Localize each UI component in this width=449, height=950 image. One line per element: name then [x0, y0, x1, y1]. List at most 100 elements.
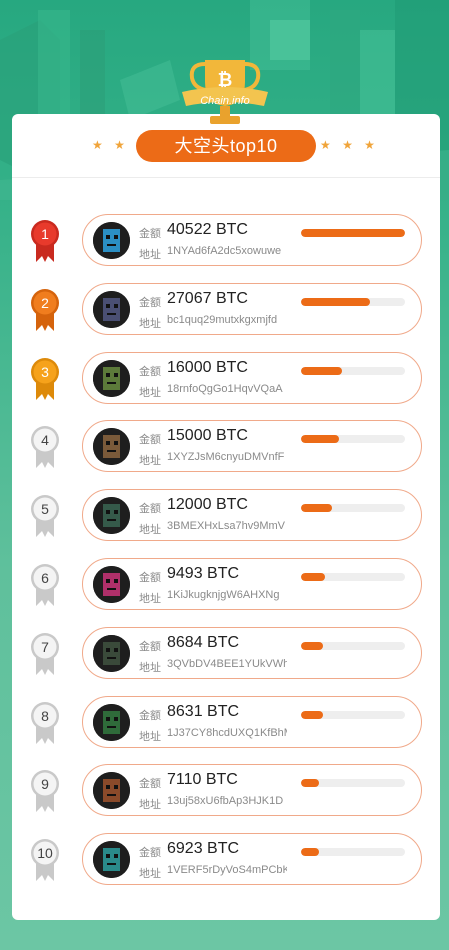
rank-medal-icon: 2	[31, 288, 59, 331]
list-item[interactable]: 8 金额 8631 BTC 地址 1J37CY8hcdUXQ1KfBhM	[30, 695, 430, 748]
address-label: 地址	[139, 524, 161, 537]
avatar	[93, 772, 130, 810]
amount-bar-fill	[301, 710, 324, 719]
address-value[interactable]: 1XYZJsM6cnyuDMVnfF	[167, 451, 287, 463]
rank-medal-icon: 7	[31, 632, 59, 675]
address-value[interactable]: bc1quq29mutxkgxmjfd	[167, 314, 287, 326]
address-value[interactable]: 18rnfoQgGo1HqvVQaA	[167, 383, 287, 395]
address-label: 地址	[139, 868, 161, 881]
rank-number: 2	[41, 295, 49, 311]
amount-bar	[301, 366, 405, 375]
rank-number: 7	[41, 639, 49, 655]
amount-label: 金额	[139, 847, 161, 860]
rank-number: 3	[41, 364, 49, 380]
amount-bar	[301, 297, 405, 306]
holder-card[interactable]: 金额 27067 BTC 地址 bc1quq29mutxkgxmjfd	[82, 282, 422, 335]
list-item[interactable]: 5 金额 12000 BTC 地址 3BMEXHxLsa7hv9MmV	[30, 489, 430, 542]
avatar	[93, 566, 130, 603]
amount-bar	[301, 641, 405, 650]
page-title: 大空头top10	[136, 130, 316, 162]
amount-bar-fill	[301, 435, 340, 444]
amount-label: 金额	[139, 778, 161, 791]
list-item[interactable]: 6 金额 9493 BTC 地址 1KiJkugknjgW6AHXNg	[30, 558, 430, 610]
holder-card[interactable]: 金额 7110 BTC 地址 13uj58xU6fbAp3HJK1D	[82, 764, 422, 817]
address-label: 地址	[139, 386, 161, 399]
amount-value: 8631 BTC	[167, 702, 240, 720]
amount-value: 16000 BTC	[167, 358, 248, 376]
list-item[interactable]: 3 金额 16000 BTC 地址 18rnfoQgGo1HqvVQaA	[30, 351, 430, 404]
holder-card[interactable]: 金额 6923 BTC 地址 1VERF5rDyVoS4mPCbK	[82, 833, 422, 886]
amount-bar-fill	[301, 366, 343, 375]
avatar	[93, 290, 130, 328]
amount-value: 7110 BTC	[167, 771, 238, 789]
list-item[interactable]: 7 金额 8684 BTC 地址 3QVbDV4BEE1YUkVWh	[30, 626, 430, 679]
list-item[interactable]: 4 金额 15000 BTC 地址 1XYZJsM6cnyuDMVnfF	[30, 420, 430, 473]
address-label: 地址	[139, 317, 161, 330]
amount-bar	[301, 848, 405, 857]
amount-bar-fill	[301, 573, 326, 581]
amount-bar	[301, 573, 405, 581]
avatar	[93, 634, 130, 672]
avatar	[93, 222, 130, 259]
amount-label: 金额	[139, 228, 161, 240]
holder-card[interactable]: 金额 8631 BTC 地址 1J37CY8hcdUXQ1KfBhM	[82, 695, 422, 748]
amount-bar-fill	[301, 229, 405, 237]
amount-value: 40522 BTC	[167, 221, 248, 238]
holder-card[interactable]: 金额 9493 BTC 地址 1KiJkugknjgW6AHXNg	[82, 558, 422, 610]
rank-medal-icon: 5	[31, 495, 59, 538]
rank-number: 8	[41, 708, 49, 724]
address-value[interactable]: 3QVbDV4BEE1YUkVWh	[167, 658, 287, 670]
rank-number: 5	[41, 501, 49, 517]
amount-value: 8684 BTC	[167, 633, 240, 651]
amount-label: 金额	[139, 296, 161, 309]
amount-value: 27067 BTC	[167, 289, 248, 307]
amount-label: 金额	[139, 365, 161, 378]
address-label: 地址	[139, 730, 161, 743]
amount-label: 金额	[139, 709, 161, 722]
address-label: 地址	[139, 799, 161, 812]
rank-number: 4	[41, 432, 49, 448]
holder-card[interactable]: 金额 15000 BTC 地址 1XYZJsM6cnyuDMVnfF	[82, 420, 422, 473]
amount-value: 12000 BTC	[167, 496, 248, 514]
amount-label: 金额	[139, 572, 161, 584]
amount-bar	[301, 779, 405, 788]
amount-bar-fill	[301, 779, 320, 788]
rank-number: 9	[41, 776, 49, 792]
address-value[interactable]: 1KiJkugknjgW6AHXNg	[167, 589, 287, 601]
rank-number: 6	[41, 570, 49, 586]
address-label: 地址	[139, 593, 161, 605]
avatar	[93, 497, 130, 535]
amount-label: 金额	[139, 640, 161, 653]
amount-bar-fill	[301, 848, 319, 857]
list-item[interactable]: 9 金额 7110 BTC 地址 13uj58xU6fbAp3HJK1D	[30, 764, 430, 817]
header-divider	[12, 177, 440, 178]
rank-number: 10	[37, 845, 53, 861]
address-value[interactable]: 3BMEXHxLsa7hv9MmV	[167, 520, 287, 532]
list-item[interactable]: 2 金额 27067 BTC 地址 bc1quq29mutxkgxmjfd	[30, 282, 430, 335]
holder-card[interactable]: 金额 12000 BTC 地址 3BMEXHxLsa7hv9MmV	[82, 489, 422, 542]
amount-bar-fill	[301, 504, 332, 513]
rank-medal-icon: 1	[31, 220, 59, 262]
avatar	[93, 359, 130, 397]
decor-stars-right: ★ ★ ★	[320, 138, 379, 152]
amount-value: 6923 BTC	[167, 840, 240, 858]
address-value[interactable]: 1NYAd6fA2dc5xowuwe	[167, 245, 287, 257]
holder-card[interactable]: 金额 16000 BTC 地址 18rnfoQgGo1HqvVQaA	[82, 351, 422, 404]
rank-medal-icon: 10	[31, 839, 59, 882]
address-value[interactable]: 1VERF5rDyVoS4mPCbK	[167, 864, 287, 876]
holder-card[interactable]: 金额 40522 BTC 地址 1NYAd6fA2dc5xowuwe	[82, 214, 422, 266]
trophy-icon: ₿	[182, 60, 268, 124]
amount-label: 金额	[139, 434, 161, 447]
list-item[interactable]: 1 金额 40522 BTC 地址 1NYAd6fA2dc5xowuwe	[30, 214, 430, 266]
rank-medal-icon: 9	[31, 770, 59, 813]
list-item[interactable]: 10 金额 6923 BTC 地址 1VERF5rDyVoS4mPCbK	[30, 833, 430, 886]
holder-card[interactable]: 金额 8684 BTC 地址 3QVbDV4BEE1YUkVWh	[82, 626, 422, 679]
address-value[interactable]: 13uj58xU6fbAp3HJK1D	[167, 795, 287, 807]
amount-label: 金额	[139, 503, 161, 516]
rank-number: 1	[41, 226, 49, 242]
address-value[interactable]: 1J37CY8hcdUXQ1KfBhM	[167, 727, 287, 739]
address-label: 地址	[139, 661, 161, 674]
address-label: 地址	[139, 249, 161, 261]
amount-bar-fill	[301, 297, 371, 306]
amount-value: 9493 BTC	[167, 565, 240, 582]
